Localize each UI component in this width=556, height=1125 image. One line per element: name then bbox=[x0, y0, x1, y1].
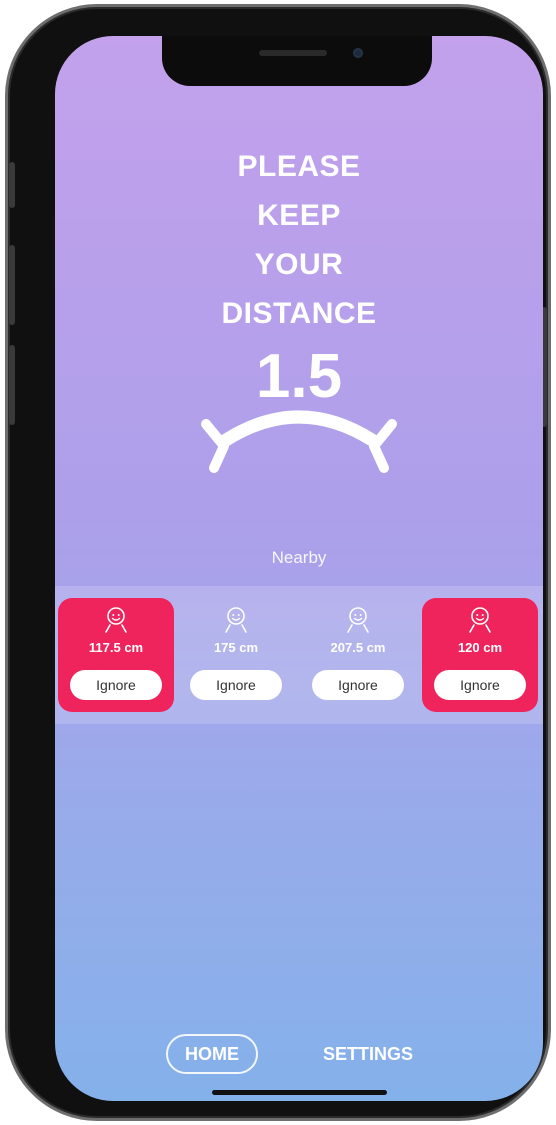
nearby-label: Nearby bbox=[271, 548, 327, 567]
device-card: 117.5 cm Ignore bbox=[58, 598, 174, 712]
nearby-devices-list: 117.5 cm Ignore 175 cm Ignore 207.5 cm I… bbox=[55, 586, 543, 724]
ignore-button[interactable]: Ignore bbox=[70, 670, 162, 700]
device-distance: 120 cm bbox=[457, 640, 503, 655]
device-card: 207.5 cm Ignore bbox=[300, 598, 416, 712]
headline-line: PLEASE bbox=[237, 150, 361, 183]
person-face-icon bbox=[469, 607, 491, 633]
device-card: 175 cm Ignore bbox=[178, 598, 294, 712]
ignore-button[interactable]: Ignore bbox=[312, 670, 404, 700]
ignore-button[interactable]: Ignore bbox=[434, 670, 526, 700]
ignore-button[interactable]: Ignore bbox=[190, 670, 282, 700]
speaker-grille bbox=[259, 50, 327, 56]
nav-settings-tab[interactable]: SETTINGS bbox=[313, 1034, 423, 1074]
person-face-icon bbox=[105, 607, 127, 633]
device-distance: 175 cm bbox=[213, 640, 259, 655]
volume-down-button bbox=[9, 345, 15, 425]
device-distance: 207.5 cm bbox=[330, 640, 386, 655]
phone-frame: PLEASE KEEP YOUR DISTANCE 1.5 Nearby 117 bbox=[5, 4, 551, 1121]
distance-value: 1.5 bbox=[255, 342, 343, 411]
silent-switch bbox=[9, 162, 15, 208]
notch bbox=[162, 36, 432, 86]
person-face-icon bbox=[225, 607, 247, 633]
front-camera-icon bbox=[353, 48, 363, 58]
nav-home-tab[interactable]: HOME bbox=[166, 1034, 258, 1074]
device-card: 120 cm Ignore bbox=[422, 598, 538, 712]
app-screen: PLEASE KEEP YOUR DISTANCE 1.5 Nearby 117 bbox=[55, 36, 543, 1101]
headline-line: YOUR bbox=[254, 248, 344, 281]
volume-up-button bbox=[9, 245, 15, 325]
headline-line: DISTANCE bbox=[221, 297, 377, 330]
person-face-icon bbox=[347, 607, 369, 633]
distance-arc-icon bbox=[201, 410, 397, 473]
home-indicator bbox=[212, 1090, 387, 1095]
device-distance: 117.5 cm bbox=[88, 640, 144, 655]
headline-line: KEEP bbox=[257, 199, 341, 232]
warning-headline: PLEASE KEEP YOUR DISTANCE bbox=[55, 142, 543, 338]
